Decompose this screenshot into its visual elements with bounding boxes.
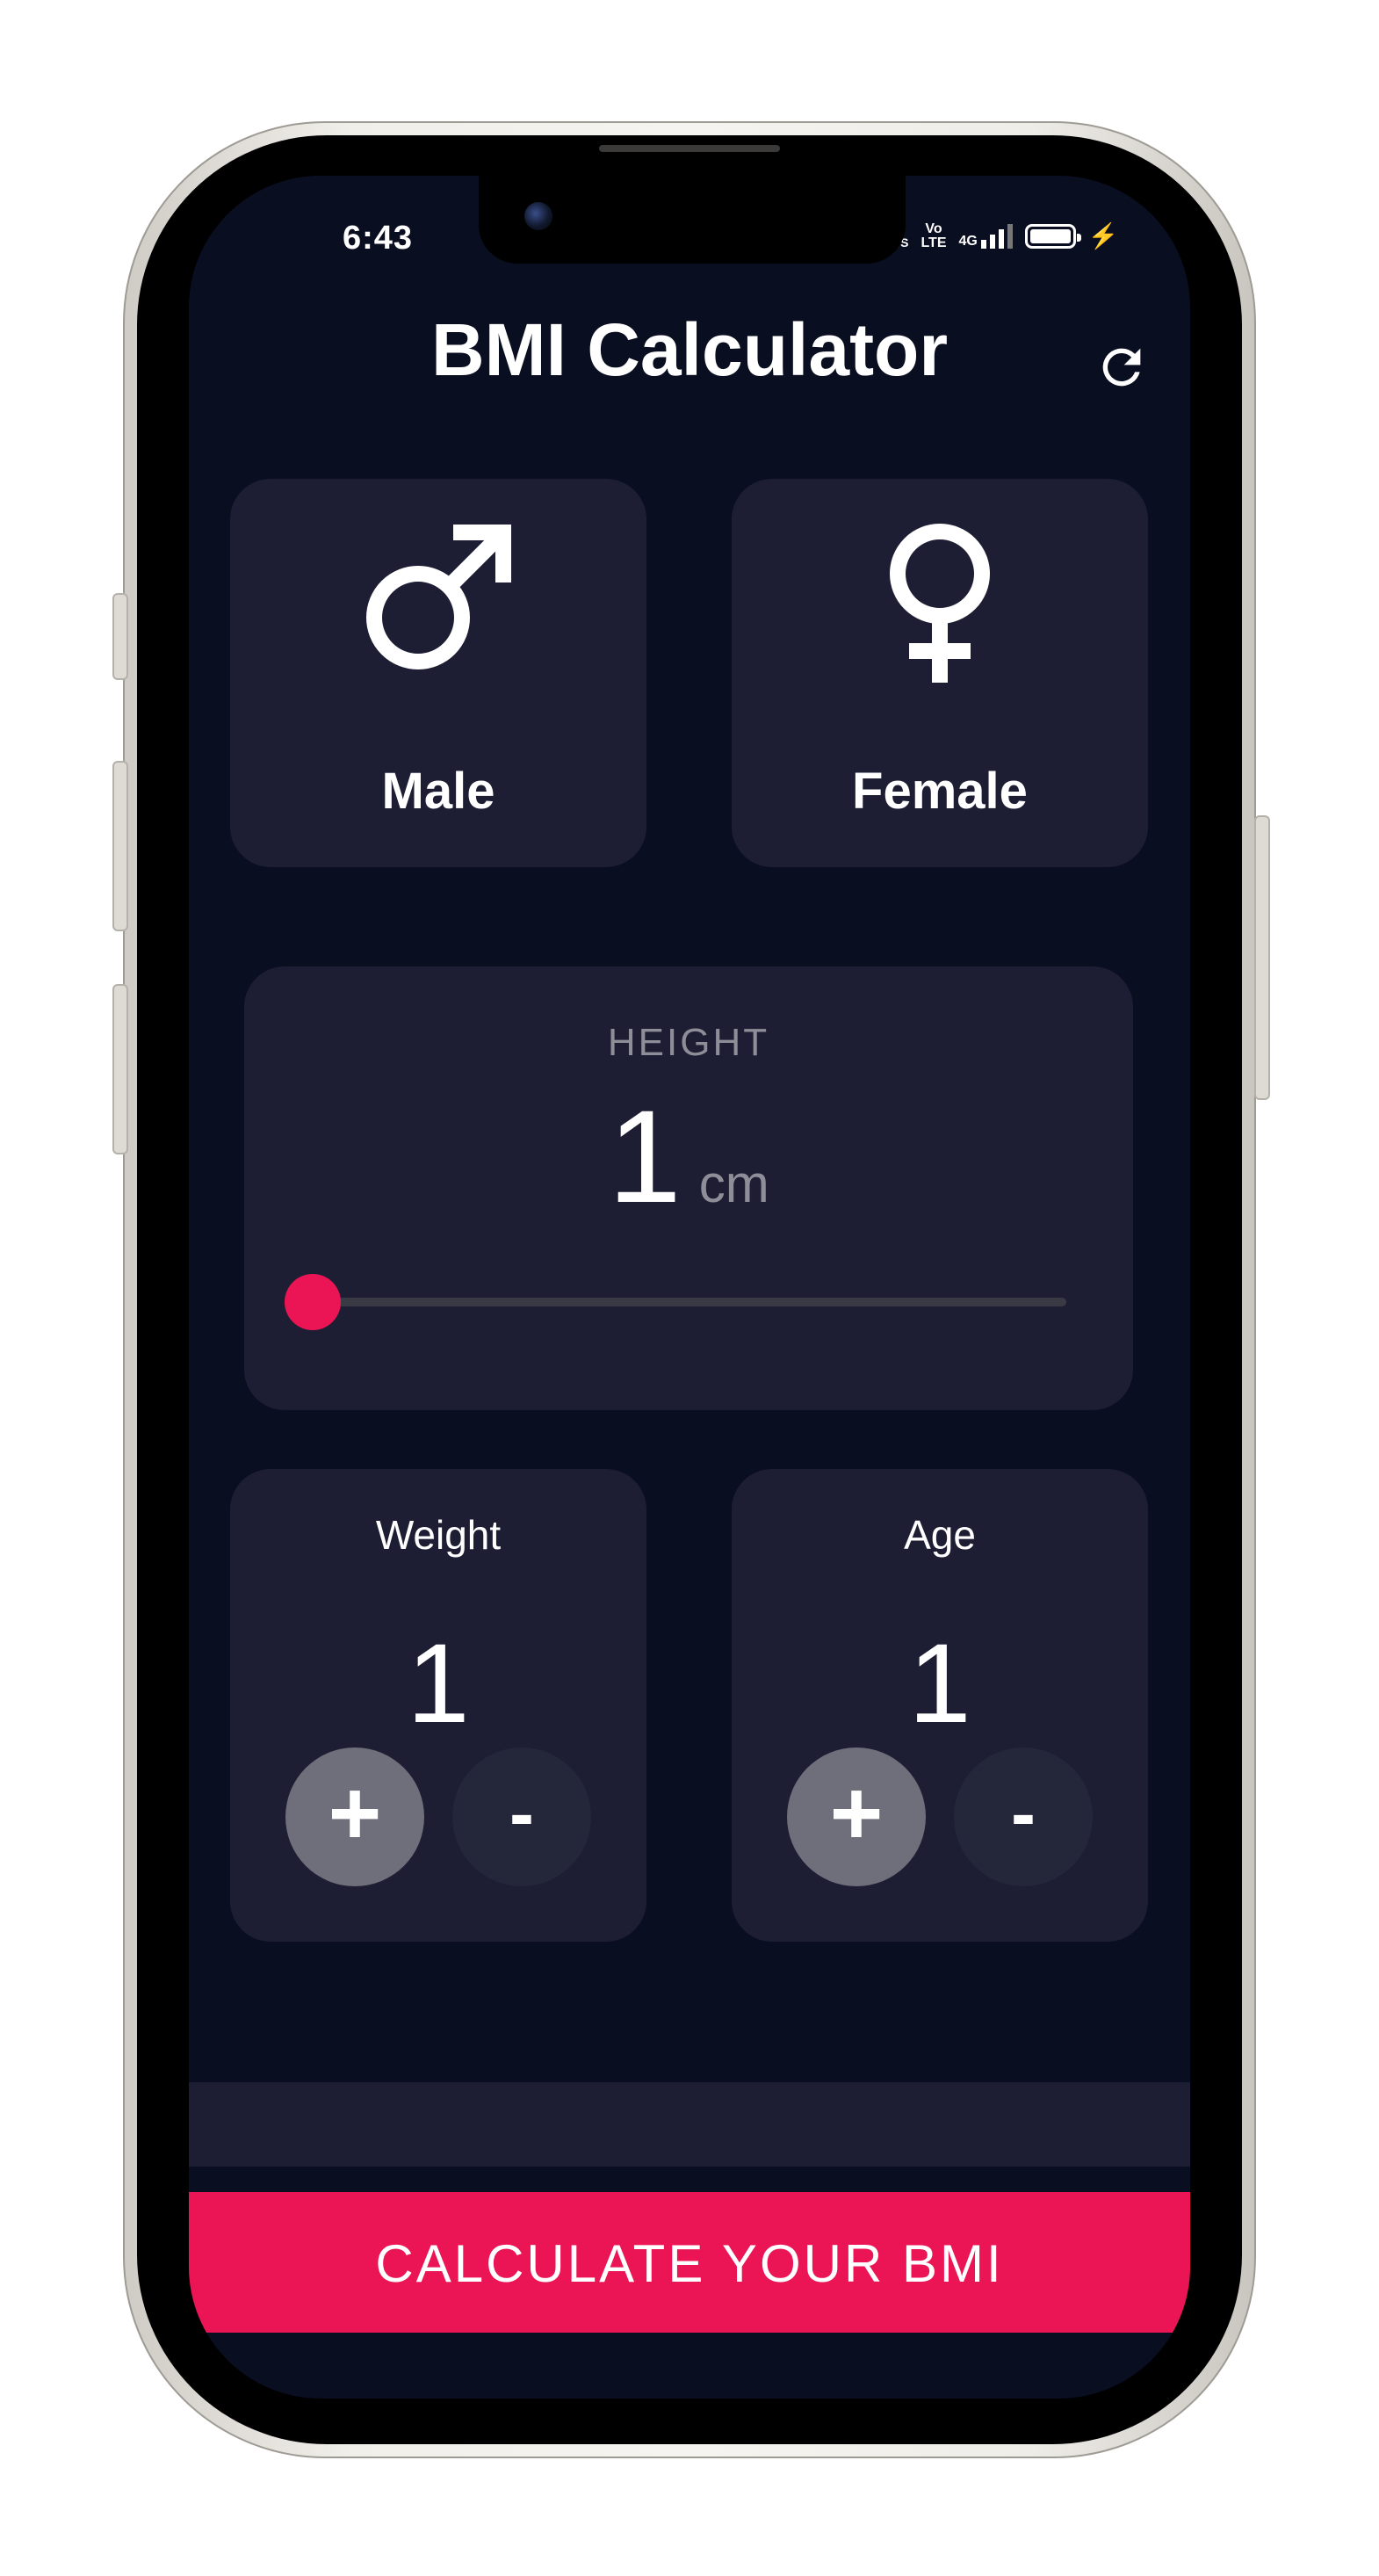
weight-card: Weight 1 + - [230,1469,646,1942]
height-slider-track[interactable] [311,1298,1066,1306]
volume-down-button [112,984,128,1154]
height-card: HEIGHT 1 cm [244,966,1133,1410]
age-decrement-button[interactable]: - [954,1747,1093,1886]
male-card[interactable]: Male [230,479,646,867]
volte-icon: Vo LTE [921,221,947,250]
female-card[interactable]: Female [732,479,1148,867]
app-bar: BMI Calculator [189,288,1190,394]
weight-decrement-button[interactable]: - [452,1747,591,1886]
refresh-icon[interactable] [1094,339,1150,395]
height-slider-thumb[interactable] [285,1274,341,1330]
app-screen: 6:43 21 KB/S Vo LTE 4G ⚡ BMI Calculator [189,176,1190,2399]
male-symbol-icon [366,525,511,669]
weight-label: Weight [375,1512,502,1558]
silent-switch [112,593,128,680]
weight-increment-button[interactable]: + [285,1747,424,1886]
status-time: 6:43 [343,220,414,257]
female-label: Female [852,763,1028,820]
age-increment-button[interactable]: + [787,1747,926,1886]
notch [479,176,906,264]
battery-icon [1024,223,1081,249]
power-button [1254,815,1270,1100]
height-value-row: 1 cm [244,1081,1133,1233]
status-icons: 21 KB/S Vo LTE 4G ⚡ [879,221,1119,250]
age-value: 1 [908,1621,971,1747]
signal-icon: 4G [958,223,1013,249]
height-label: HEIGHT [607,1021,770,1064]
earpiece-speaker [599,145,780,152]
charging-icon: ⚡ [1087,222,1119,250]
bottom-strip [189,2082,1190,2167]
female-symbol-icon [890,524,990,683]
calculate-bmi-button[interactable]: CALCULATE YOUR BMI [189,2192,1190,2333]
network-type: 4G [958,233,978,249]
height-unit: cm [698,1154,769,1213]
height-value: 1 [608,1082,682,1230]
age-card: Age 1 + - [732,1469,1148,1942]
weight-value: 1 [407,1621,470,1747]
front-camera [524,202,552,230]
page-title: BMI Calculator [430,308,949,391]
age-label: Age [904,1512,976,1558]
volume-up-button [112,761,128,931]
male-label: Male [381,763,495,820]
